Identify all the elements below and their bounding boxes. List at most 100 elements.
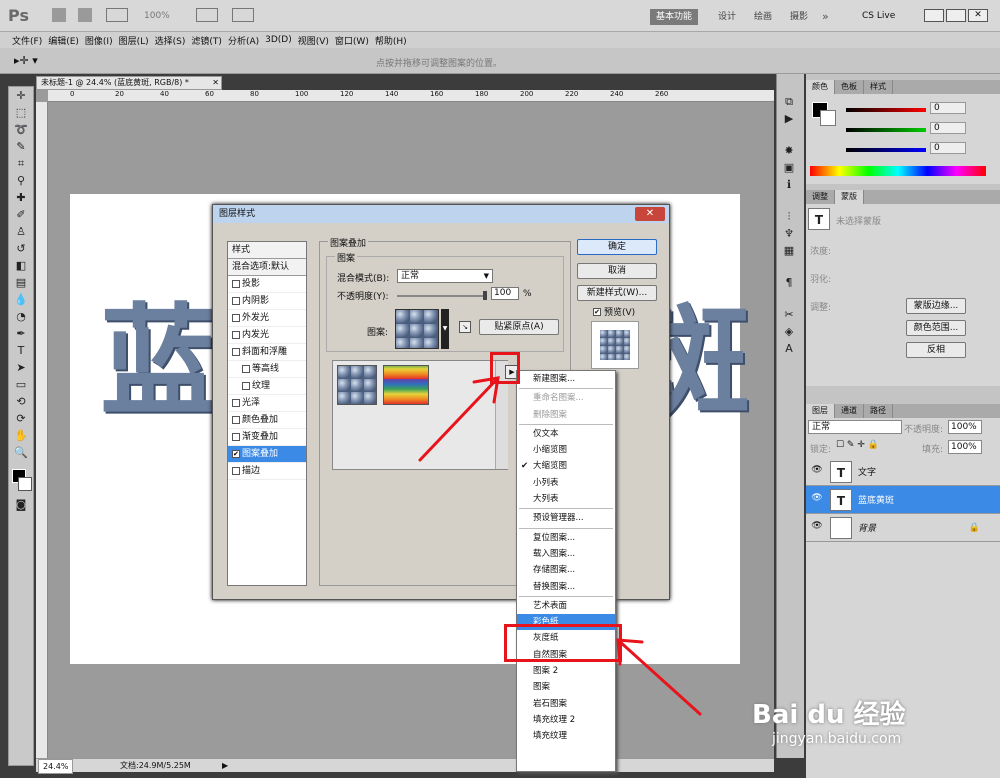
3d-panel-icon[interactable]: ⫶ — [779, 209, 799, 225]
new-preset-icon[interactable]: ↘ — [459, 321, 471, 333]
workspace-photography[interactable]: 摄影 — [784, 9, 814, 25]
move-tool-icon[interactable]: ▸✛ ▾ — [14, 54, 38, 67]
opacity-input[interactable]: 100 — [491, 287, 519, 300]
arrange-documents-icon[interactable] — [196, 8, 218, 22]
document-tab[interactable]: 未标题-1 @ 24.4% (蓝底黄斑, RGB/8) * ✕ — [36, 76, 222, 90]
eyedropper-tool-icon[interactable]: ⚲ — [11, 173, 31, 189]
dialog-title[interactable]: 图层样式 — [213, 205, 669, 223]
red-slider[interactable] — [846, 108, 926, 112]
menu-item[interactable]: 仅文本 — [517, 426, 615, 442]
view-extras-icon[interactable] — [106, 8, 128, 22]
screen-mode-icon[interactable] — [232, 8, 254, 22]
tab-color[interactable]: 颜色 — [806, 80, 835, 94]
workspace-design[interactable]: 设计 — [712, 9, 742, 25]
tool-presets-icon[interactable]: ✂ — [779, 307, 799, 323]
checkbox-icon[interactable] — [242, 382, 250, 390]
close-app-button[interactable]: ✕ — [968, 9, 988, 22]
pattern-tile-rainbow[interactable] — [383, 365, 429, 405]
menu-item[interactable]: 载入图案... — [517, 546, 615, 562]
menu-item[interactable]: 存储图案... — [517, 562, 615, 578]
menu-file[interactable]: 文件(F) — [12, 34, 42, 47]
fill-value[interactable]: 100% — [948, 440, 982, 454]
eraser-tool-icon[interactable]: ◧ — [11, 258, 31, 274]
menu-item[interactable]: 替换图案... — [517, 579, 615, 595]
menu-filter[interactable]: 滤镜(T) — [191, 34, 222, 47]
menu-select[interactable]: 选择(S) — [155, 34, 186, 47]
lasso-tool-icon[interactable]: ➰ — [11, 122, 31, 138]
menu-3d[interactable]: 3D(D) — [265, 35, 292, 45]
shape-tool-icon[interactable]: ▭ — [11, 377, 31, 393]
menu-item[interactable]: 预设管理器... — [517, 510, 615, 526]
menu-item[interactable]: 图案 2 — [517, 663, 615, 679]
cancel-button[interactable]: 取消 — [577, 263, 657, 279]
workspace-painting[interactable]: 绘画 — [748, 9, 778, 25]
status-arrow-icon[interactable]: ▶ — [222, 759, 228, 772]
tab-masks[interactable]: 蒙版 — [835, 190, 864, 204]
zoom-level[interactable]: 100% — [144, 11, 170, 21]
checkbox-icon[interactable] — [232, 297, 240, 305]
tab-styles[interactable]: 样式 — [864, 80, 893, 94]
green-value[interactable]: 0 — [930, 122, 966, 134]
path-select-tool-icon[interactable]: ➤ — [11, 360, 31, 376]
pattern-picker-arrow[interactable]: ▼ — [441, 309, 449, 349]
history-panel-icon[interactable]: ⧉ — [779, 94, 799, 110]
brush-tool-icon[interactable]: ✐ — [11, 207, 31, 223]
layer-blend-mode[interactable]: 正常 — [808, 420, 902, 434]
gradient-tool-icon[interactable]: ▤ — [11, 275, 31, 291]
menu-window[interactable]: 窗口(W) — [335, 34, 369, 47]
layer-row[interactable]: 👁 T 蓝底黄斑 — [806, 486, 1000, 514]
hand-tool-icon[interactable]: ✋ — [11, 428, 31, 444]
new-style-button[interactable]: 新建样式(W)... — [577, 285, 657, 301]
quick-mask-icon[interactable]: ◙ — [11, 497, 31, 513]
style-item[interactable]: ✔ 图案叠加 — [228, 446, 306, 463]
checkbox-icon[interactable] — [232, 467, 240, 475]
mask-edge-button[interactable]: 蒙版边缘... — [906, 298, 966, 314]
cs-live-button[interactable]: CS Live — [862, 11, 895, 21]
zoom-tool-icon[interactable]: 🔍 — [11, 445, 31, 461]
lock-icons[interactable]: ☐ ✎ ✛ 🔒 — [836, 440, 879, 450]
color-spectrum[interactable] — [810, 166, 986, 176]
checkbox-icon[interactable] — [242, 365, 250, 373]
menu-item[interactable]: ✔ 大缩览图 — [517, 458, 615, 474]
animation-panel-icon[interactable]: ♆ — [779, 226, 799, 242]
3d-orbit-tool-icon[interactable]: ⟳ — [11, 411, 31, 427]
history-brush-icon[interactable]: ↺ — [11, 241, 31, 257]
minibridge-icon[interactable] — [78, 8, 92, 22]
green-slider[interactable] — [846, 128, 926, 132]
checkbox-icon[interactable] — [232, 416, 240, 424]
menu-item[interactable]: 复位图案... — [517, 530, 615, 546]
style-item[interactable]: 光泽 — [228, 395, 306, 412]
info-panel-icon[interactable]: ℹ — [779, 177, 799, 193]
style-item[interactable]: 渐变叠加 — [228, 429, 306, 446]
background-color-swatch[interactable] — [18, 477, 32, 491]
style-item[interactable]: 内阴影 — [228, 293, 306, 310]
minimize-button[interactable] — [924, 9, 944, 22]
crop-tool-icon[interactable]: ⌗ — [11, 156, 31, 172]
tab-channels[interactable]: 通道 — [835, 404, 864, 418]
checkbox-icon[interactable] — [232, 280, 240, 288]
quick-select-tool-icon[interactable]: ✎ — [11, 139, 31, 155]
checkbox-icon[interactable] — [232, 399, 240, 407]
styles-header[interactable]: 样式 — [228, 242, 306, 259]
bridge-icon[interactable] — [52, 8, 66, 22]
more-workspaces-icon[interactable]: » — [822, 10, 829, 23]
checkbox-icon[interactable] — [232, 433, 240, 441]
opacity-slider-thumb[interactable] — [483, 291, 487, 300]
eye-icon[interactable]: 👁 — [810, 521, 824, 535]
status-zoom[interactable]: 24.4% — [38, 759, 74, 774]
restore-button[interactable] — [946, 9, 966, 22]
checkbox-icon[interactable] — [232, 314, 240, 322]
menu-item[interactable]: 大列表 — [517, 491, 615, 507]
style-item[interactable]: 投影 — [228, 276, 306, 293]
type-tool-icon[interactable]: T — [11, 343, 31, 359]
dodge-tool-icon[interactable]: ◔ — [11, 309, 31, 325]
blending-options[interactable]: 混合选项:默认 — [228, 259, 306, 276]
notes-panel-icon[interactable]: ◈ — [779, 324, 799, 340]
ok-button[interactable]: 确定 — [577, 239, 657, 255]
style-item[interactable]: 内发光 — [228, 327, 306, 344]
preview-checkbox[interactable]: ✔ 预览(V) — [593, 305, 635, 318]
style-item[interactable]: 等高线 — [228, 361, 306, 378]
healing-tool-icon[interactable]: ✚ — [11, 190, 31, 206]
move-tool-icon[interactable]: ✛ — [11, 88, 31, 104]
menu-item[interactable]: 小列表 — [517, 475, 615, 491]
